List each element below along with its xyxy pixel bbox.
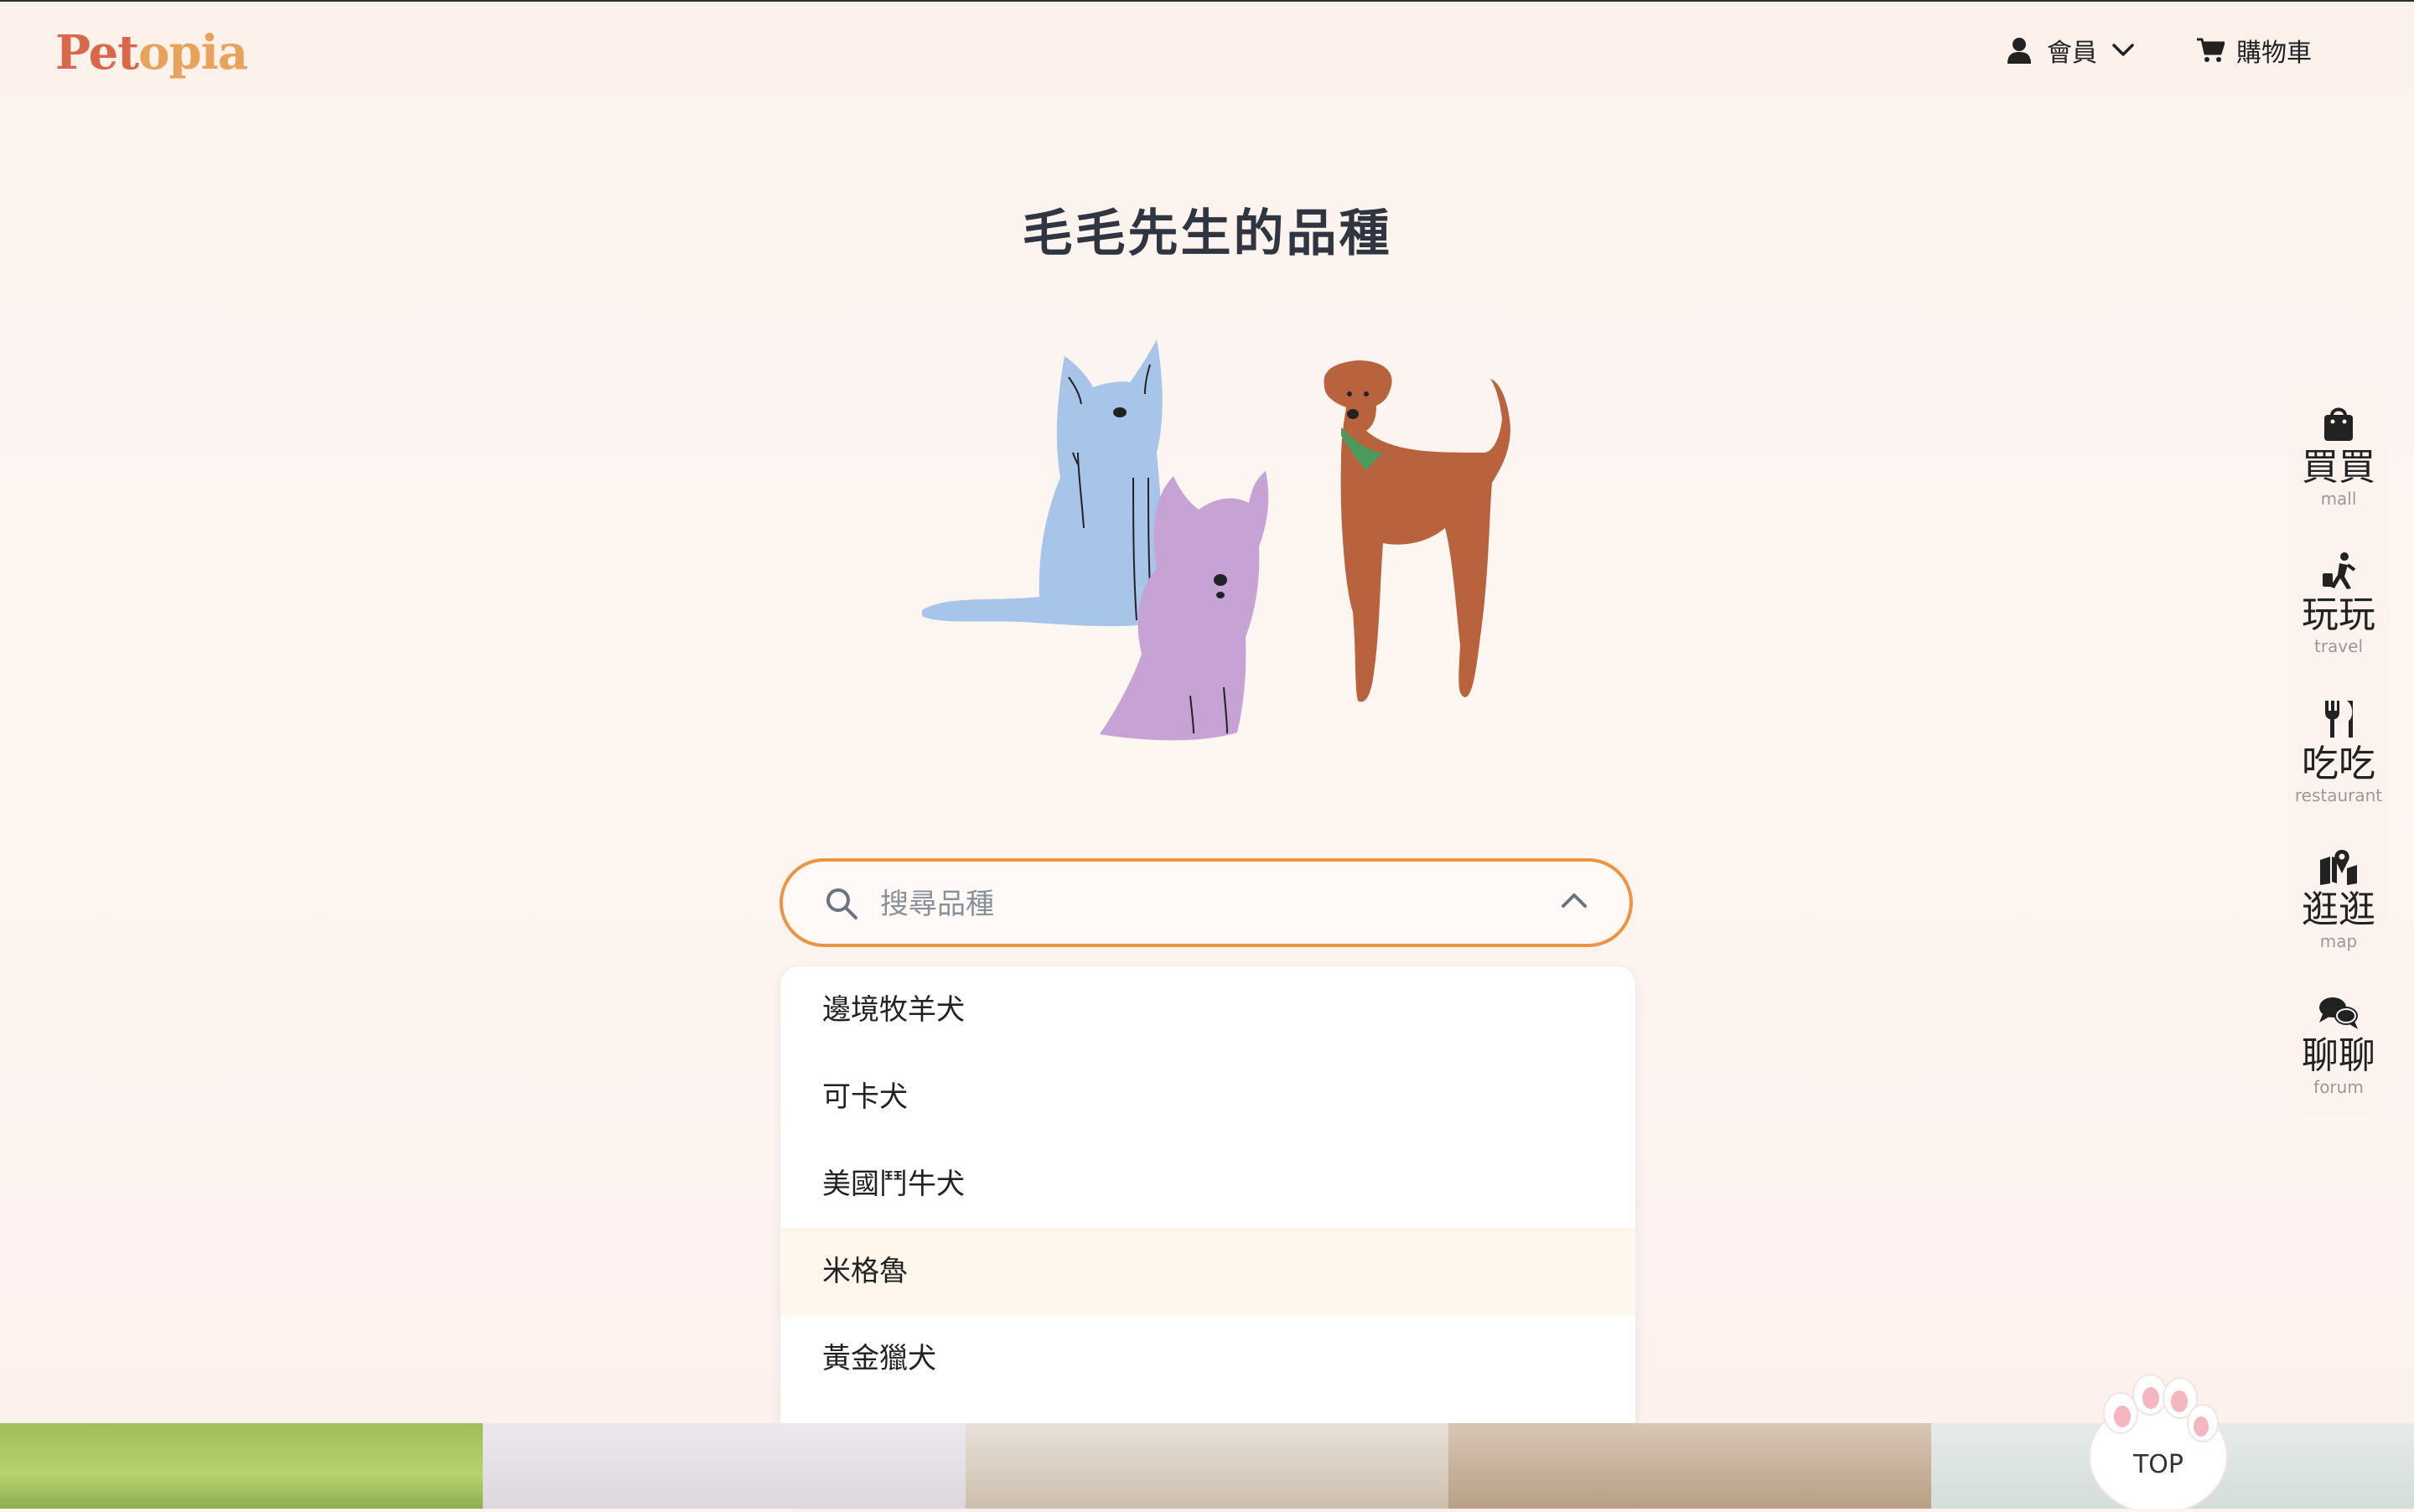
site-header: Petopia 會員 購物車 bbox=[0, 2, 2414, 92]
side-nav-restaurant-en: restaurant bbox=[2294, 785, 2383, 805]
side-nav-travel[interactable]: 玩玩 travel bbox=[2288, 551, 2389, 655]
cart-label: 購物車 bbox=[2236, 39, 2312, 68]
breed-search-input[interactable] bbox=[878, 880, 1485, 929]
side-nav-travel-en: travel bbox=[2313, 636, 2364, 656]
breed-option[interactable]: 黃金獵犬 bbox=[780, 1315, 1635, 1402]
blue-cat-illustration bbox=[922, 339, 1163, 627]
chat-icon bbox=[2319, 997, 2358, 1029]
side-nav: 買買 mall 玩玩 travel 吃吃 restaurant 逛逛 map 聊… bbox=[2288, 386, 2389, 1115]
chevron-up-icon[interactable] bbox=[1561, 892, 1588, 909]
brown-dog-illustration bbox=[1324, 360, 1510, 702]
member-label: 會員 bbox=[2047, 39, 2097, 68]
side-nav-mall-en: mall bbox=[2320, 489, 2357, 509]
photo-tile[interactable] bbox=[966, 1423, 1448, 1509]
breed-option[interactable]: 美國鬥牛犬 bbox=[780, 1141, 1635, 1228]
paw-icon bbox=[2089, 1374, 2228, 1512]
chevron-down-icon bbox=[2112, 44, 2134, 56]
photo-strip bbox=[0, 1423, 2414, 1509]
photo-tile[interactable] bbox=[0, 1423, 483, 1509]
member-menu[interactable]: 會員 bbox=[2007, 32, 2134, 69]
map-icon bbox=[2320, 850, 2357, 885]
pets-illustration bbox=[922, 339, 1510, 741]
side-nav-mall[interactable]: 買買 mall bbox=[2288, 404, 2389, 508]
shopping-bag-icon bbox=[2324, 407, 2353, 441]
photo-tile[interactable] bbox=[1448, 1423, 1931, 1509]
side-nav-restaurant[interactable]: 吃吃 restaurant bbox=[2288, 699, 2389, 805]
back-to-top-button[interactable]: TOP bbox=[2084, 1364, 2233, 1512]
cart-icon bbox=[2197, 38, 2225, 62]
side-nav-restaurant-zh: 吃吃 bbox=[2302, 743, 2375, 785]
side-nav-travel-zh: 玩玩 bbox=[2302, 593, 2375, 636]
photo-tile[interactable] bbox=[483, 1423, 966, 1509]
breed-option-highlighted[interactable]: 米格魯 bbox=[780, 1228, 1635, 1315]
search-icon bbox=[826, 888, 857, 919]
petopia-logo[interactable]: Petopia bbox=[55, 25, 248, 80]
cart-link[interactable]: 購物車 bbox=[2196, 32, 2312, 69]
side-nav-forum[interactable]: 聊聊 forum bbox=[2288, 996, 2389, 1096]
travel-icon bbox=[2323, 552, 2356, 589]
user-icon bbox=[2007, 38, 2031, 64]
side-nav-forum-zh: 聊聊 bbox=[2302, 1034, 2375, 1077]
side-nav-map-en: map bbox=[2319, 931, 2358, 951]
logo-pet-text: Pet bbox=[55, 25, 139, 80]
side-nav-map[interactable]: 逛逛 map bbox=[2288, 848, 2389, 950]
side-nav-map-zh: 逛逛 bbox=[2302, 888, 2375, 931]
logo-opia-text: opia bbox=[138, 25, 248, 80]
side-nav-mall-zh: 買買 bbox=[2302, 446, 2375, 489]
top-label: TOP bbox=[2132, 1450, 2184, 1479]
breed-option[interactable]: 可卡犬 bbox=[780, 1054, 1635, 1141]
breed-search-box[interactable] bbox=[780, 858, 1633, 947]
utensils-icon bbox=[2325, 701, 2353, 738]
page-title: 毛毛先生的品種 bbox=[1022, 205, 1392, 264]
breed-option[interactable]: 邊境牧羊犬 bbox=[780, 966, 1635, 1054]
side-nav-forum-en: forum bbox=[2313, 1077, 2364, 1097]
